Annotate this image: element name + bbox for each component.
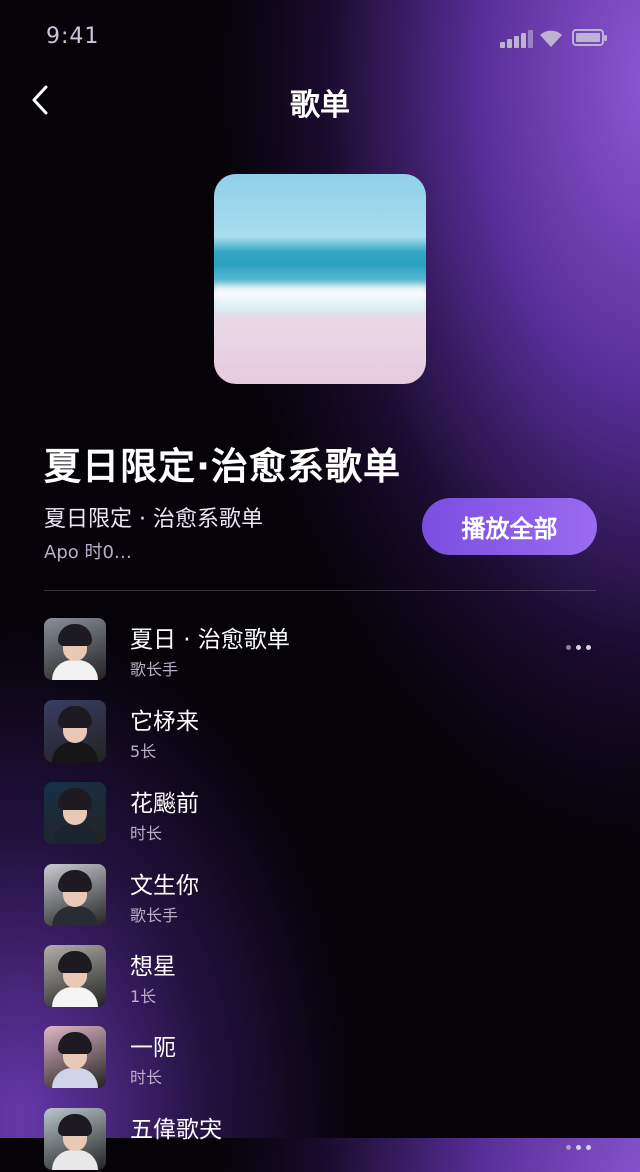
song-avatar — [44, 700, 106, 762]
song-artist: 歌长手 — [130, 660, 179, 679]
song-artist: 歌长手 — [130, 906, 179, 925]
more-options-icon[interactable] — [566, 642, 596, 654]
song-row[interactable]: 一阨 时长 — [44, 1026, 596, 1090]
page-title: 歌单 — [290, 88, 350, 123]
song-row[interactable]: 花飈前 时长 — [44, 782, 596, 846]
song-avatar — [44, 782, 106, 844]
more-options-icon[interactable] — [566, 1142, 596, 1154]
song-row[interactable]: 它柕来 5长 — [44, 700, 596, 764]
wifi-icon — [538, 28, 564, 48]
song-avatar — [44, 945, 106, 1007]
song-name: 花飈前 — [130, 791, 199, 817]
battery-icon — [572, 29, 607, 46]
song-artist: 时长 — [130, 1068, 163, 1087]
song-name: 夏日 · 治愈歌单 — [130, 627, 290, 653]
signal-icon — [500, 30, 533, 48]
song-name: 想星 — [130, 954, 176, 980]
playlist-meta: Apo 时0… — [44, 542, 132, 563]
status-time: 9:41 — [46, 24, 100, 49]
play-all-button[interactable]: 播放全部 — [422, 498, 597, 555]
song-artist: 1长 — [130, 987, 157, 1006]
song-artist: 时长 — [130, 824, 163, 843]
song-row[interactable]: 文生你 歌长手 — [44, 864, 596, 928]
playlist-subtitle: 夏日限定 · 治愈系歌单 — [44, 507, 263, 532]
song-avatar — [44, 864, 106, 926]
song-name: 五偉歌宊 — [130, 1117, 222, 1143]
song-avatar — [44, 1026, 106, 1088]
playlist-title: 夏日限定·治愈系歌单 — [44, 445, 402, 488]
playlist-cover — [214, 174, 426, 384]
song-artist: 5长 — [130, 742, 157, 761]
status-bar: 9:41 — [0, 0, 640, 78]
divider — [44, 590, 596, 591]
song-name: 文生你 — [130, 873, 199, 899]
song-name: 它柕来 — [130, 709, 199, 735]
song-avatar — [44, 618, 106, 680]
song-avatar — [44, 1108, 106, 1170]
song-name: 一阨 — [130, 1035, 176, 1061]
song-row[interactable]: 夏日 · 治愈歌单 歌长手 — [44, 618, 596, 682]
song-row[interactable]: 五偉歌宊 — [44, 1108, 596, 1172]
song-row[interactable]: 想星 1长 — [44, 945, 596, 1009]
